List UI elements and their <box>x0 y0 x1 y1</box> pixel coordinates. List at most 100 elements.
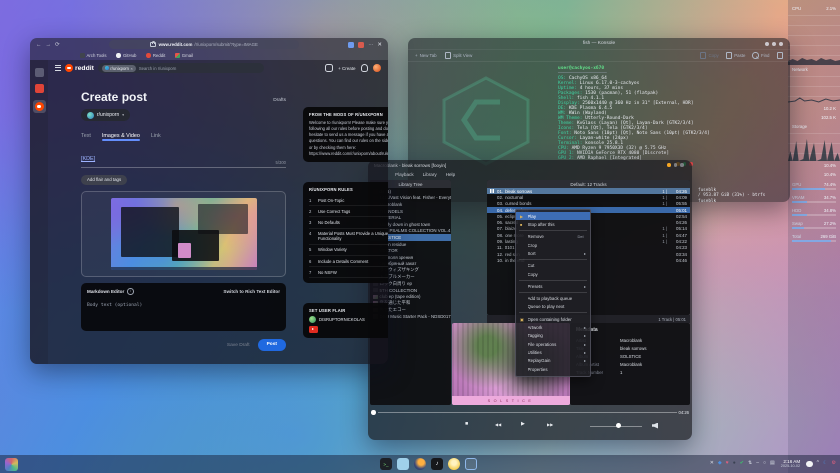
reddit-logo[interactable]: reddit <box>65 64 94 72</box>
forward-icon[interactable]: → <box>46 42 52 48</box>
post-title-input[interactable]: [KDE] 5/300 <box>81 147 286 168</box>
chat-icon[interactable] <box>325 64 334 72</box>
tray-icon[interactable]: ✕ <box>710 461 714 466</box>
post-type-tab[interactable]: Link <box>151 133 161 142</box>
rule-item[interactable]: 3 No Defaults ▾ <box>309 217 388 228</box>
context-menu-item[interactable]: Copy <box>516 270 590 278</box>
browser-titlebar[interactable]: ← → ⟳ www.reddit.com /r/unixporn/submit/… <box>30 38 388 51</box>
browser-menu-icon[interactable]: ⋯ <box>368 42 373 48</box>
post-type-tab[interactable]: Images & Video <box>102 133 140 142</box>
menu-item[interactable]: Library <box>423 172 437 177</box>
context-menu-item[interactable]: Artwork ▸ <box>516 323 590 331</box>
playlist-track[interactable]: 01. bleak sorrows 1 | 04:26 <box>487 188 690 194</box>
tray-icon[interactable]: ♥ <box>726 461 729 466</box>
lamp-task-icon[interactable] <box>448 458 460 470</box>
tray-icon[interactable]: ^ <box>817 461 819 466</box>
tab-icon-red[interactable] <box>35 84 44 93</box>
extension-icon[interactable] <box>358 42 364 48</box>
context-menu-item[interactable]: ▶ Play <box>516 212 590 220</box>
tray-icon[interactable]: ○ <box>763 461 766 466</box>
fooyin-task-icon[interactable]: ♪ <box>431 458 443 470</box>
konsole-task-icon[interactable]: >_ <box>380 458 392 470</box>
bookmark-item[interactable]: Reddit <box>146 53 165 58</box>
split-view-button[interactable]: Split View <box>445 52 473 59</box>
tray-icon[interactable]: ▤ <box>770 461 775 466</box>
stop-button[interactable]: ■ <box>465 421 468 427</box>
chip-close-icon[interactable]: × <box>131 66 133 71</box>
playlist-track[interactable]: 02. nocturnal 1 | 04:09 <box>487 194 690 200</box>
window-buttons[interactable] <box>667 163 684 167</box>
paste-button[interactable]: Paste <box>726 52 746 59</box>
notifications-icon[interactable] <box>361 64 369 72</box>
context-menu-item[interactable]: File operations ▸ <box>516 340 590 348</box>
new-tab-button[interactable]: +New Tab <box>415 53 437 58</box>
context-menu-item[interactable]: Utilities ▸ <box>516 348 590 356</box>
context-menu-item[interactable]: Cut <box>516 262 590 270</box>
tab-icon[interactable] <box>35 68 44 77</box>
bookmark-item[interactable]: Arch Tools <box>80 53 106 58</box>
konsole-titlebar[interactable]: fish — Konsole <box>408 38 790 50</box>
playlist-track[interactable]: 03. cursed bonds 1 | 05:55 <box>487 201 690 207</box>
seek-bar[interactable]: 04:26 <box>371 410 689 415</box>
rule-item[interactable]: 2 Use Correct Tags ▾ <box>309 206 388 217</box>
user-flair-name[interactable]: DISRUPTORNICKOLAS <box>319 317 365 322</box>
fooyin-titlebar[interactable]: Macroblank - bleak sorrows [fooyin] <box>368 160 692 170</box>
bookmark-item[interactable]: Gmail <box>175 53 193 58</box>
menu-item[interactable]: Help <box>446 172 455 177</box>
drafts-button[interactable]: Drafts <box>273 98 286 103</box>
info-icon[interactable]: i <box>127 288 134 295</box>
save-draft-button[interactable]: Save Draft <box>227 343 250 348</box>
post-type-tab[interactable]: Text <box>81 133 91 142</box>
tray-icon[interactable]: ⚙ <box>832 461 836 466</box>
context-menu-item[interactable]: ■ Stop after this <box>516 220 590 228</box>
context-menu-item[interactable]: Tagging ▸ <box>516 332 590 340</box>
context-menu-item[interactable]: ▣ Open containing folder <box>516 315 590 323</box>
context-menu-item[interactable]: Properties <box>516 365 590 373</box>
rule-item[interactable]: 6 Include a Details Comment ▾ <box>309 256 388 267</box>
tray-icon[interactable]: ✔ <box>740 461 744 466</box>
community-selector[interactable]: r/unixporn ▾ <box>81 109 130 121</box>
back-icon[interactable]: ← <box>36 42 42 48</box>
tray-icon[interactable]: – <box>756 461 759 466</box>
context-menu-item[interactable]: Add to playback queue <box>516 294 590 302</box>
find-button[interactable]: Find <box>752 52 769 59</box>
user-tray-icon[interactable] <box>806 461 813 468</box>
seek-handle[interactable] <box>371 410 376 415</box>
rule-item[interactable]: 1 Post On-Topic ▾ <box>309 195 388 206</box>
context-menu-item[interactable] <box>519 312 587 313</box>
switch-editor-button[interactable]: Switch to Rich Text Editor <box>223 289 280 294</box>
volume-handle[interactable] <box>616 423 621 428</box>
firefox-task-icon[interactable] <box>414 458 426 470</box>
context-menu-item[interactable]: Crop <box>516 241 590 249</box>
context-menu-item[interactable]: Presets ▸ <box>516 282 590 290</box>
hamburger-icon[interactable] <box>55 65 61 72</box>
trash-icon[interactable] <box>777 52 784 59</box>
url-bar[interactable]: www.reddit.com /r/unixporn/submit/?type=… <box>109 40 299 49</box>
window-task-icon[interactable] <box>465 458 477 470</box>
rule-item[interactable]: 5 Window Variety ▾ <box>309 245 388 256</box>
search-input[interactable]: r/unixporn × Search in r/unixporn <box>98 63 264 73</box>
close-icon[interactable]: ✕ <box>377 42 382 48</box>
context-menu-item[interactable]: ReplayGain ▸ <box>516 357 590 365</box>
tray-icon[interactable]: ⇅ <box>748 461 752 466</box>
context-menu-item[interactable] <box>519 259 587 260</box>
clock[interactable]: 2:16 AM 2025-10-02 <box>781 459 800 469</box>
app-launcher-icon[interactable] <box>5 458 18 471</box>
context-menu-item[interactable] <box>519 292 587 293</box>
post-button[interactable]: Post <box>258 339 286 351</box>
rule-item[interactable]: 4 Material Posts Must Provide a Unique F… <box>309 229 388 245</box>
app-task-icon[interactable] <box>397 458 409 470</box>
community-chip[interactable]: r/unixporn × <box>102 65 136 72</box>
bookmark-item[interactable]: GitHub <box>116 53 136 58</box>
menu-item[interactable]: Playback <box>395 172 414 177</box>
context-menu-item[interactable]: Queue to play next <box>516 303 590 311</box>
create-button[interactable]: + Create <box>338 66 355 71</box>
tray-icon[interactable]: ◆ <box>718 461 722 466</box>
tray-icon[interactable]: ☾ <box>823 461 827 466</box>
previous-button[interactable]: ◀◀ <box>495 422 501 427</box>
reload-icon[interactable]: ⟳ <box>55 42 60 48</box>
rule-item[interactable]: 7 No NSFW ▾ <box>309 267 388 278</box>
uploaded-image-card[interactable] <box>81 191 286 277</box>
copy-button[interactable]: Copy <box>700 52 719 59</box>
window-buttons[interactable] <box>765 42 783 46</box>
